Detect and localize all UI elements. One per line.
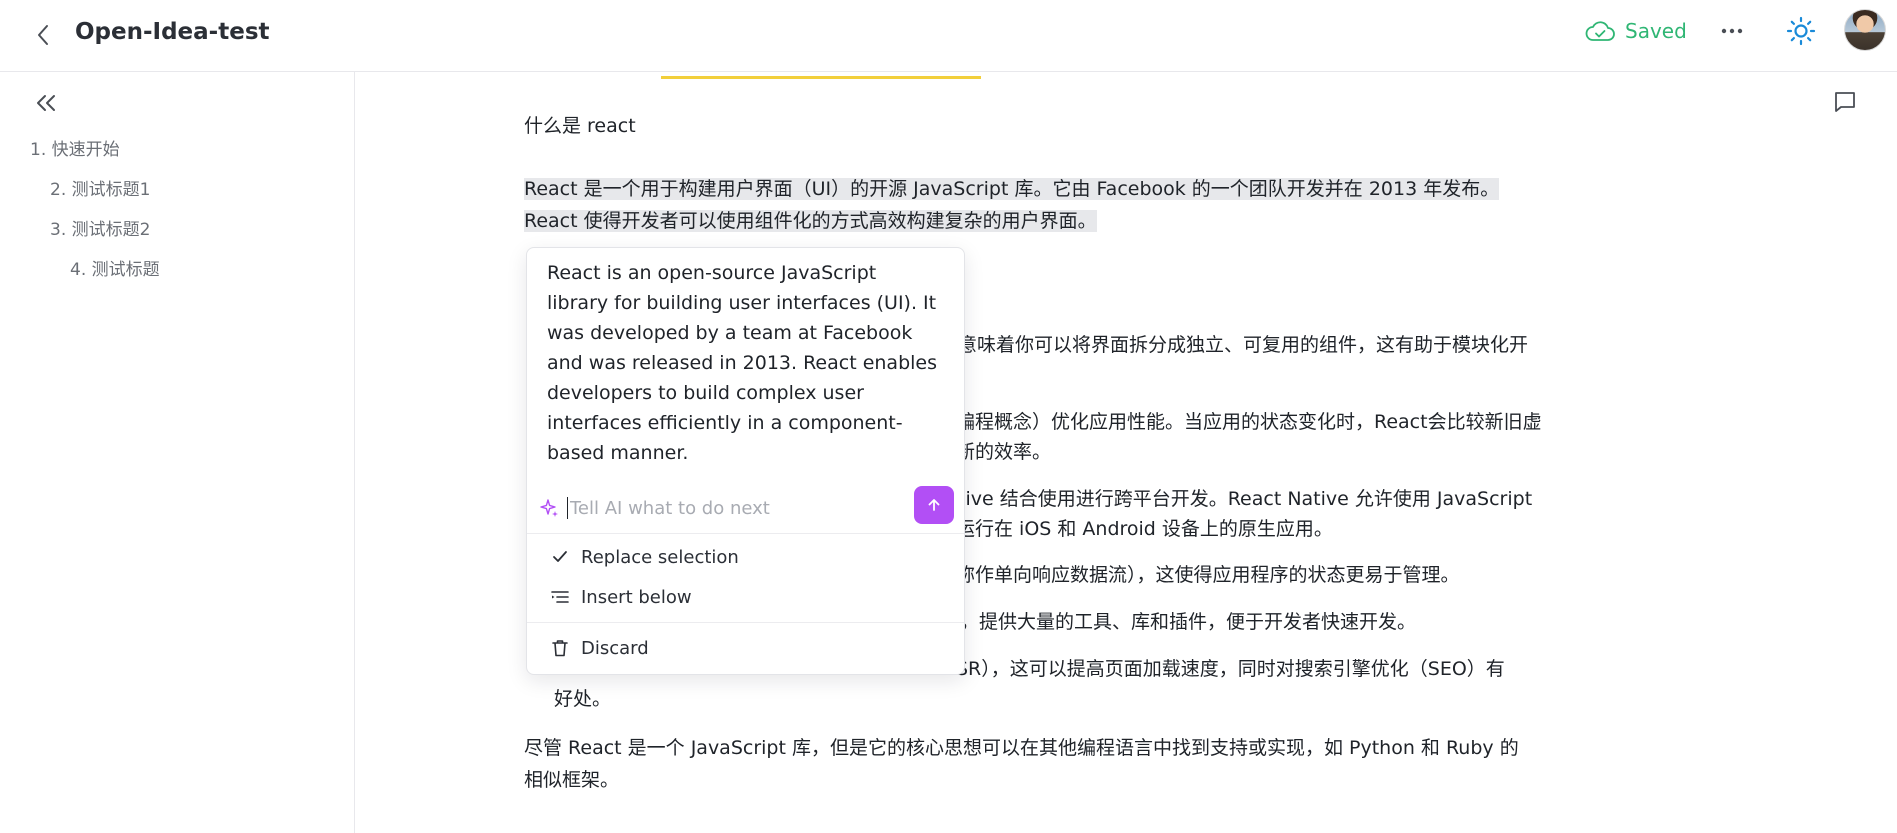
list-text-fragment: 编程概念）优化应用性能。当应用的状态变化时，React会比较新旧虚 (956, 411, 1542, 433)
saved-status: Saved (1585, 16, 1687, 46)
list-text-fragment: ，提供大量的工具、库和插件，便于开发者快速开发。 (960, 611, 1417, 633)
selected-text: React 使得开发者可以使用组件化的方式高效构建复杂的用户界面。 (524, 210, 1097, 232)
theme-toggle-button[interactable] (1783, 13, 1819, 49)
menu-divider (527, 622, 964, 623)
ai-prompt-row (527, 484, 964, 534)
list-text-content: SR），这可以提高页面加载速度，同时对搜索引擎优化（SEO）有 (956, 658, 1505, 680)
toc-item[interactable]: 4. 测试标题 (70, 258, 160, 282)
discard-label: Discard (581, 637, 649, 659)
list-text-fragment: 意味着你可以将界面拆分成独立、可复用的组件，这有助于模块化开 (958, 334, 1529, 356)
trash-icon (551, 639, 569, 657)
toc-item[interactable]: 1. 快速开始 (30, 138, 120, 162)
toc-item[interactable]: 3. 测试标题2 (50, 218, 150, 242)
saved-label: Saved (1625, 19, 1687, 43)
insert-below-button[interactable]: Insert below (527, 578, 964, 616)
document-title: Open-Idea-test (75, 19, 270, 45)
selected-paragraph-line: React 使得开发者可以使用组件化的方式高效构建复杂的用户界面。 (524, 205, 1097, 237)
collapse-sidebar-button[interactable] (32, 90, 60, 116)
sparkle-icon (540, 499, 558, 517)
paragraph: 相似框架。 (524, 769, 620, 791)
selected-text: React 是一个用于构建用户界面（UI）的开源 JavaScript 库。它由… (524, 178, 1500, 200)
list-text-fragment: SR），这可以提高页面加载速度，同时对搜索引擎优化（SEO）有 (956, 653, 1505, 685)
arrow-up-icon (928, 499, 940, 511)
cloud-check-icon (1585, 21, 1615, 41)
list-indent-icon (551, 588, 569, 606)
more-horizontal-icon (1721, 28, 1743, 34)
replace-selection-button[interactable]: Replace selection (527, 538, 964, 576)
list-text-fragment: 称作单向响应数据流），这使得应用程序的状态更易于管理。 (956, 564, 1460, 586)
list-text-fragment: 运行在 iOS 和 Android 设备上的原生应用。 (956, 518, 1333, 540)
selected-paragraph-line: React 是一个用于构建用户界面（UI）的开源 JavaScript 库。它由… (524, 173, 1500, 205)
replace-selection-label: Replace selection (581, 546, 739, 568)
chevron-left-icon (38, 25, 48, 45)
paragraph: 尽管 React 是一个 JavaScript 库，但是它的核心思想可以在其他编… (524, 737, 1519, 759)
check-icon (551, 548, 569, 566)
insert-below-label: Insert below (581, 586, 692, 608)
top-header: Open-Idea-test Saved (0, 0, 1897, 72)
highlight-underline (661, 76, 981, 79)
user-avatar[interactable] (1844, 9, 1886, 51)
list-text-fragment: tive 结合使用进行跨平台开发。React Native 允许使用 JavaS… (958, 488, 1533, 510)
toc-item[interactable]: 2. 测试标题1 (50, 178, 150, 202)
ai-assistant-popover: React is an open-source JavaScript libra… (526, 247, 965, 675)
list-text-fragment: 新的效率。 (956, 441, 1052, 463)
discard-button[interactable]: Discard (527, 629, 964, 667)
send-prompt-button[interactable] (914, 486, 954, 524)
chevrons-left-icon (37, 95, 55, 111)
text-caret (567, 497, 568, 519)
paragraph-heading: 什么是 react (524, 115, 636, 137)
ai-prompt-input[interactable] (570, 492, 910, 524)
ai-response-text: React is an open-source JavaScript libra… (547, 262, 938, 464)
more-options-button[interactable] (1716, 16, 1748, 46)
list-text-fragment: 好处。 (554, 688, 612, 710)
outline-sidebar: 1. 快速开始 2. 测试标题1 3. 测试标题2 4. 测试标题 (0, 72, 355, 833)
back-button[interactable] (28, 20, 58, 50)
sun-icon (1786, 16, 1816, 46)
